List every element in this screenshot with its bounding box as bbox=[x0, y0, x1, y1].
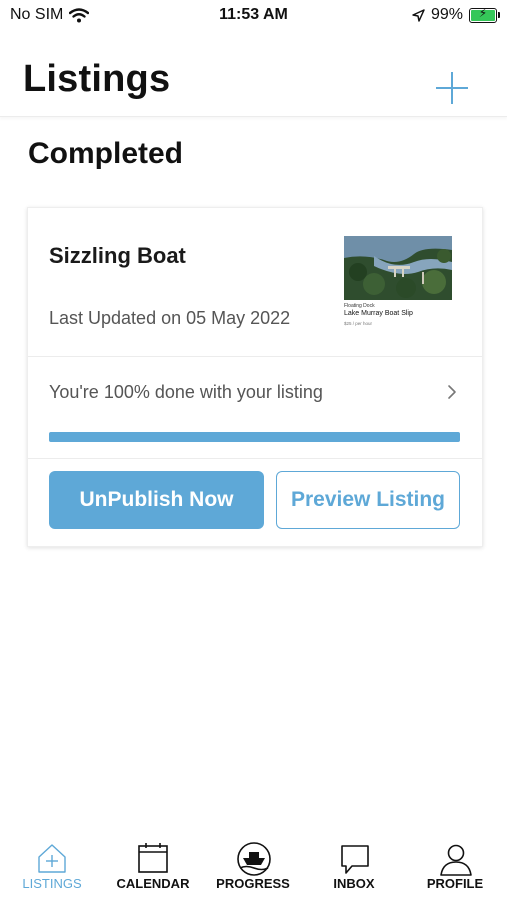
tab-bar: LISTINGS CALENDAR PROGRESS INBOX PROFILE bbox=[0, 830, 507, 900]
tab-label: PROFILE bbox=[426, 876, 484, 891]
thumbnail-tag: Floating Dock bbox=[344, 303, 375, 309]
tab-profile[interactable]: PROFILE bbox=[405, 830, 505, 900]
battery-percent: 99% bbox=[430, 6, 463, 23]
divider bbox=[28, 356, 482, 357]
tab-label: INBOX bbox=[333, 876, 375, 891]
page-title: Listings bbox=[23, 58, 171, 100]
tab-label: PROGRESS bbox=[216, 876, 290, 891]
status-bar: No SIM 11:53 AM 99% ⚡ bbox=[0, 0, 507, 32]
chevron-right-icon bbox=[448, 385, 456, 399]
listing-thumbnail[interactable]: Floating Dock Lake Murray Boat Slip $25 … bbox=[344, 236, 452, 328]
boat-icon bbox=[237, 842, 271, 876]
tab-listings[interactable]: LISTINGS bbox=[2, 830, 102, 900]
divider bbox=[28, 458, 482, 459]
tab-progress[interactable]: PROGRESS bbox=[203, 830, 303, 900]
progress-text: You're 100% done with your listing bbox=[49, 382, 323, 402]
chat-bubble-icon bbox=[341, 845, 369, 874]
person-icon bbox=[440, 844, 472, 876]
plus-icon bbox=[436, 72, 468, 104]
home-plus-icon bbox=[38, 844, 66, 873]
tab-label: CALENDAR bbox=[116, 876, 190, 891]
lake-photo bbox=[344, 236, 452, 300]
progress-bar bbox=[49, 432, 460, 442]
location-arrow-icon bbox=[412, 8, 425, 22]
listing-card: Sizzling Boat Last Updated on 05 May 202… bbox=[27, 207, 483, 547]
thumbnail-name: Lake Murray Boat Slip bbox=[344, 310, 413, 317]
progress-bar-fill bbox=[49, 432, 460, 442]
header: Listings bbox=[0, 40, 507, 117]
battery-icon: ⚡ bbox=[469, 5, 500, 23]
status-right: 99% ⚡ bbox=[412, 5, 500, 24]
section-title: Completed bbox=[28, 137, 184, 170]
unpublish-button[interactable]: UnPublish Now bbox=[49, 471, 264, 529]
calendar-icon bbox=[138, 843, 168, 873]
add-listing-button[interactable] bbox=[430, 66, 474, 110]
listing-title[interactable]: Sizzling Boat bbox=[49, 243, 186, 269]
tab-label: LISTINGS bbox=[22, 876, 82, 891]
preview-listing-button[interactable]: Preview Listing bbox=[276, 471, 460, 529]
tab-calendar[interactable]: CALENDAR bbox=[103, 830, 203, 900]
thumbnail-subtitle: $25 / per hour bbox=[344, 321, 373, 326]
tab-inbox[interactable]: INBOX bbox=[304, 830, 404, 900]
listing-progress-row[interactable]: You're 100% done with your listing bbox=[28, 358, 482, 428]
last-updated: Last Updated on 05 May 2022 bbox=[49, 308, 291, 328]
charging-bolt-icon: ⚡ bbox=[478, 5, 488, 20]
